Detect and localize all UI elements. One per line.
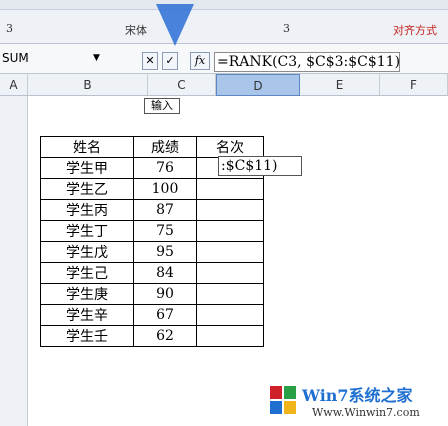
name-cell[interactable]: 学生甲 (40, 157, 134, 179)
ribbon: 3 宋体 3 对齐方式 (0, 0, 448, 44)
col-header-d[interactable]: D (216, 74, 300, 96)
name-cell[interactable]: 学生己 (40, 262, 134, 284)
rank-cell[interactable] (196, 178, 264, 200)
score-cell[interactable]: 87 (133, 199, 197, 221)
alignment-group-label: 对齐方式 (393, 24, 437, 37)
table-row: 学生庚 90 (40, 283, 264, 305)
name-cell[interactable]: 学生丁 (40, 220, 134, 242)
row-header-strip (0, 96, 28, 426)
input-tooltip: 输入 (144, 98, 180, 114)
score-cell[interactable]: 90 (133, 283, 197, 305)
formula-bar: SUM ▼ ✕ ✓ fx =RANK(C3, $C$3:$C$11) (0, 44, 448, 74)
rank-cell[interactable] (196, 199, 264, 221)
table-row: 学生壬 62 (40, 325, 264, 347)
table-row: 学生戊 95 (40, 241, 264, 263)
col-header-a[interactable]: A (0, 74, 28, 96)
windows-logo-icon (270, 386, 296, 414)
score-cell[interactable]: 75 (133, 220, 197, 242)
header-name[interactable]: 姓名 (40, 136, 134, 158)
score-cell[interactable]: 62 (133, 325, 197, 347)
watermark-logo: Win7系统之家 Www.Winwin7.com (268, 380, 448, 426)
header-score[interactable]: 成绩 (133, 136, 197, 158)
score-cell[interactable]: 100 (133, 178, 197, 200)
watermark-brand: Win7系统之家 (302, 386, 413, 405)
insert-function-button[interactable]: fx (190, 52, 210, 70)
name-box[interactable]: SUM (2, 51, 94, 71)
table-row: 学生丁 75 (40, 220, 264, 242)
ribbon-top-strip (0, 0, 448, 10)
watermark-url: Www.Winwin7.com (312, 406, 420, 419)
enter-button[interactable]: ✓ (162, 52, 178, 70)
col-header-c[interactable]: C (148, 74, 216, 96)
table-row: 学生乙 100 (40, 178, 264, 200)
name-cell[interactable]: 学生丙 (40, 199, 134, 221)
score-cell[interactable]: 84 (133, 262, 197, 284)
col-header-e[interactable]: E (300, 74, 380, 96)
col-header-f[interactable]: F (380, 74, 448, 96)
score-cell[interactable]: 95 (133, 241, 197, 263)
rank-cell[interactable] (196, 220, 264, 242)
table-row: 学生辛 67 (40, 304, 264, 326)
score-cell[interactable]: 76 (133, 157, 197, 179)
table-row: 学生丙 87 (40, 199, 264, 221)
name-box-dropdown-icon[interactable]: ▼ (93, 53, 100, 63)
cell-edit-box[interactable]: :$C$11) (218, 156, 302, 176)
header-rank[interactable]: 名次 (196, 136, 264, 158)
pointer-arrow-icon (156, 4, 194, 46)
rank-cell[interactable] (196, 325, 264, 347)
name-cell[interactable]: 学生辛 (40, 304, 134, 326)
name-cell[interactable]: 学生壬 (40, 325, 134, 347)
score-cell[interactable]: 67 (133, 304, 197, 326)
rank-cell[interactable] (196, 241, 264, 263)
name-cell[interactable]: 学生乙 (40, 178, 134, 200)
name-cell[interactable]: 学生戊 (40, 241, 134, 263)
rank-cell[interactable] (196, 304, 264, 326)
cancel-button[interactable]: ✕ (142, 52, 158, 70)
formula-input[interactable]: =RANK(C3, $C$3:$C$11) (214, 52, 400, 72)
table-header-row: 姓名 成绩 名次 (40, 136, 264, 158)
name-cell[interactable]: 学生庚 (40, 283, 134, 305)
rank-cell[interactable] (196, 283, 264, 305)
ribbon-cell-c[interactable]: 3 (283, 22, 290, 35)
table-row: 学生己 84 (40, 262, 264, 284)
ribbon-cell-a[interactable]: 3 (6, 22, 13, 35)
rank-cell[interactable] (196, 262, 264, 284)
font-name-label[interactable]: 宋体 (125, 22, 147, 38)
col-header-b[interactable]: B (28, 74, 148, 96)
